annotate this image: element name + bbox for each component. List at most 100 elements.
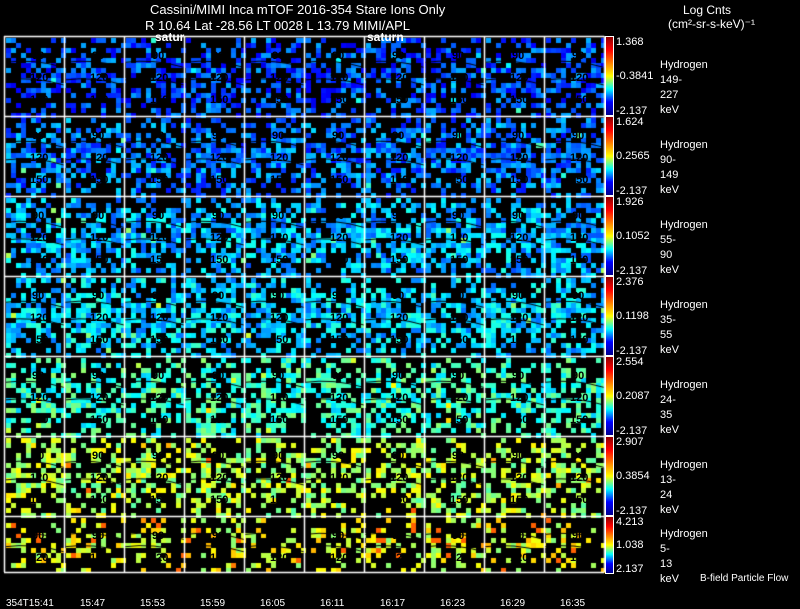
contour-label: 150 <box>450 414 469 426</box>
contour-label: 120 <box>210 312 229 324</box>
contour-label: 120 <box>450 312 469 324</box>
species-label: Hydrogen <box>660 139 708 151</box>
contour-label: 90 <box>452 530 465 542</box>
colorbar-mid-label: 0.2087 <box>616 390 650 402</box>
time-tick-label: 15:53 <box>140 598 166 609</box>
contour-label: 90 <box>272 290 285 302</box>
contour-label: 120 <box>90 72 109 84</box>
contour-label: 90 <box>332 130 345 142</box>
contour-label: 120 <box>330 72 349 84</box>
energy-label: 5-13 keV <box>660 543 679 585</box>
contour-label: 150 <box>90 334 109 346</box>
contour-label: 90 <box>272 210 285 222</box>
contour-label: 150 <box>210 494 229 506</box>
contour-label: 90 <box>512 450 525 462</box>
contour-label: 120 <box>330 392 349 404</box>
units-label: Log Cnts <box>683 3 732 17</box>
contour-label: 150 <box>510 494 529 506</box>
contour-label: 120 <box>90 472 109 484</box>
colorbar-mid-label: 0.3854 <box>616 470 650 482</box>
contour-label: 90 <box>92 290 105 302</box>
contour-label: 150 <box>330 94 349 106</box>
contour-label: 90 <box>332 450 345 462</box>
contour-label: 90 <box>452 50 465 62</box>
contour-label: 90 <box>32 530 45 542</box>
contour-label: 150 <box>210 94 229 106</box>
contour-label: 120 <box>30 152 49 164</box>
contour-label: 150 <box>510 414 529 426</box>
contour-label: 120 <box>390 312 409 324</box>
species-label: Hydrogen <box>660 528 708 540</box>
contour-label: 150 <box>510 334 529 346</box>
contour-label: 150 <box>270 574 289 586</box>
colorbar <box>605 516 614 574</box>
contour-label: 90 <box>212 210 225 222</box>
contour-label: 150 <box>330 174 349 186</box>
energy-label: 90-149 keV <box>660 154 679 196</box>
contour-label: 120 <box>150 392 169 404</box>
contour-label: 150 <box>210 414 229 426</box>
contour-label: 120 <box>570 552 589 564</box>
contour-label: 150 <box>450 574 469 586</box>
contour-label: 120 <box>90 232 109 244</box>
time-tick-label: 16:23 <box>440 598 466 609</box>
contour-label: 120 <box>210 552 229 564</box>
contour-label: 120 <box>570 312 589 324</box>
contour-label: 120 <box>450 472 469 484</box>
contour-label: 90 <box>92 210 105 222</box>
contour-label: 150 <box>30 574 49 586</box>
contour-label: 90 <box>452 370 465 382</box>
contour-label: 150 <box>510 174 529 186</box>
contour-label: 150 <box>390 94 409 106</box>
contour-label: 150 <box>30 254 49 266</box>
contour-label: 150 <box>150 254 169 266</box>
contour-label: 120 <box>330 312 349 324</box>
contour-label: 150 <box>330 334 349 346</box>
species-label: Hydrogen <box>660 379 708 391</box>
species-label: Hydrogen <box>660 299 708 311</box>
contour-label: 120 <box>570 392 589 404</box>
colorbar <box>605 36 614 116</box>
contour-label: 150 <box>270 334 289 346</box>
contour-label: 90 <box>332 290 345 302</box>
contour-label: 90 <box>272 50 285 62</box>
contour-label: 90 <box>572 450 585 462</box>
contour-label: 150 <box>330 414 349 426</box>
contour-label: 150 <box>150 494 169 506</box>
contour-label: 90 <box>512 290 525 302</box>
contour-label: 150 <box>90 174 109 186</box>
contour-label: 150 <box>90 574 109 586</box>
contour-label: 120 <box>450 152 469 164</box>
contour-label: 150 <box>390 574 409 586</box>
contour-label: 120 <box>450 72 469 84</box>
contour-label: 90 <box>392 210 405 222</box>
plot-title: Cassini/MIMI Inca mTOF 2016-354 Stare Io… <box>150 2 446 17</box>
contour-label: 120 <box>150 552 169 564</box>
contour-label: 90 <box>212 130 225 142</box>
contour-label: 90 <box>32 370 45 382</box>
contour-label: 90 <box>212 50 225 62</box>
contour-label: 90 <box>392 290 405 302</box>
colorbar-max-label: 1.624 <box>616 116 644 128</box>
contour-label: 150 <box>210 254 229 266</box>
contour-label: 90 <box>392 130 405 142</box>
contour-label: 120 <box>30 392 49 404</box>
contour-label: 90 <box>212 370 225 382</box>
contour-label: 120 <box>30 232 49 244</box>
contour-label: 90 <box>452 210 465 222</box>
contour-label: 150 <box>510 94 529 106</box>
contour-label: 90 <box>32 50 45 62</box>
contour-label: 120 <box>210 72 229 84</box>
contour-label: 90 <box>92 50 105 62</box>
contour-label: 120 <box>330 152 349 164</box>
time-tick-label: 16:35 <box>560 598 586 609</box>
contour-label: 90 <box>332 50 345 62</box>
contour-label: 120 <box>270 472 289 484</box>
contour-label: 120 <box>570 72 589 84</box>
contour-label: 90 <box>332 210 345 222</box>
contour-label: 150 <box>570 174 589 186</box>
contour-label: 120 <box>390 392 409 404</box>
contour-label: 120 <box>510 72 529 84</box>
contour-label: 120 <box>150 472 169 484</box>
contour-label: 150 <box>90 414 109 426</box>
